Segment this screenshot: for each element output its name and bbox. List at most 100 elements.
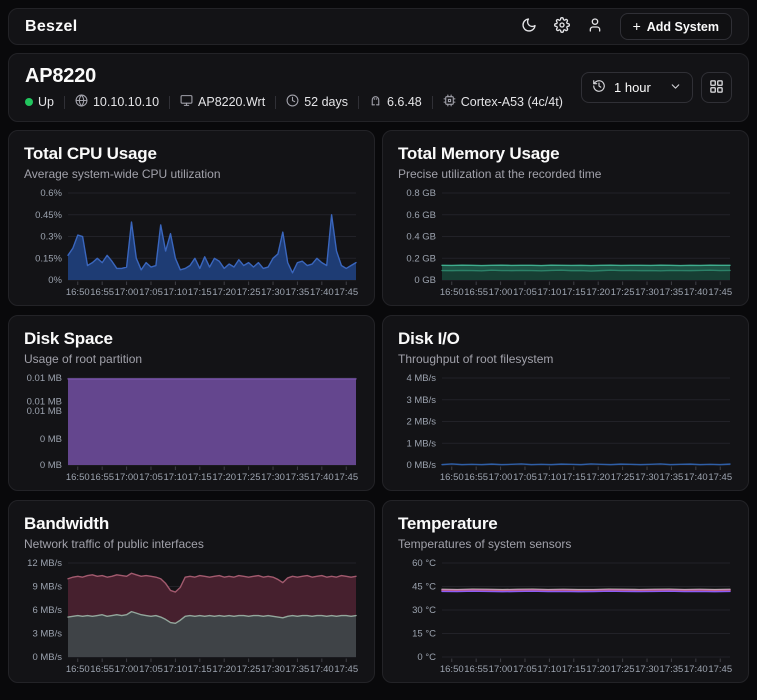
svg-text:17:30: 17:30 xyxy=(635,664,659,675)
system-hostname-label: AP8220.Wrt xyxy=(198,95,265,109)
divider xyxy=(169,96,170,109)
card-subtitle: Temperatures of system sensors xyxy=(398,537,733,551)
card-temperature: Temperature Temperatures of system senso… xyxy=(382,500,749,683)
divider xyxy=(275,96,276,109)
svg-text:17:25: 17:25 xyxy=(611,287,635,298)
page: Beszel + Add System xyxy=(0,0,757,691)
settings-button[interactable] xyxy=(554,17,570,36)
kernel-icon xyxy=(369,94,382,110)
svg-text:0 MB/s: 0 MB/s xyxy=(32,652,62,663)
svg-text:17:25: 17:25 xyxy=(237,287,261,298)
svg-text:0 GB: 0 GB xyxy=(414,275,436,286)
svg-text:17:45: 17:45 xyxy=(708,664,732,675)
svg-text:17:35: 17:35 xyxy=(286,472,310,483)
svg-text:16:50: 16:50 xyxy=(66,287,90,298)
svg-text:17:00: 17:00 xyxy=(489,472,513,483)
disk-space-chart[interactable]: 0 MB0 MB0.01 MB0.01 MB0.01 MB16:5016:551… xyxy=(24,373,359,484)
chart-controls: 1 hour xyxy=(581,72,732,103)
svg-text:17:30: 17:30 xyxy=(635,472,659,483)
svg-text:0.3%: 0.3% xyxy=(40,231,62,242)
theme-toggle-button[interactable] xyxy=(521,17,537,36)
card-subtitle: Throughput of root filesystem xyxy=(398,352,733,366)
card-title: Total CPU Usage xyxy=(24,144,359,164)
svg-text:17:40: 17:40 xyxy=(310,664,334,675)
add-system-button[interactable]: + Add System xyxy=(620,13,732,40)
beszel-logo[interactable]: Beszel xyxy=(25,18,78,36)
system-meta-row: Up 10.10.10.10 AP8220.Wrt xyxy=(25,94,563,110)
card-title: Disk Space xyxy=(24,329,359,349)
svg-text:17:30: 17:30 xyxy=(261,472,285,483)
layout-grid-button[interactable] xyxy=(701,72,732,103)
svg-text:17:20: 17:20 xyxy=(212,472,236,483)
svg-text:0.01 MB: 0.01 MB xyxy=(27,373,62,384)
svg-text:17:30: 17:30 xyxy=(261,287,285,298)
svg-text:0.2 GB: 0.2 GB xyxy=(406,253,436,264)
memory-usage-chart[interactable]: 0 GB0.2 GB0.4 GB0.6 GB0.8 GB16:5016:5517… xyxy=(398,188,733,299)
svg-text:0.4 GB: 0.4 GB xyxy=(406,231,436,242)
divider xyxy=(358,96,359,109)
system-info: AP8220 Up 10.10.10.10 xyxy=(25,65,563,110)
svg-text:17:25: 17:25 xyxy=(237,664,261,675)
svg-text:17:20: 17:20 xyxy=(586,287,610,298)
system-uptime-label: 52 days xyxy=(304,95,348,109)
time-range-select[interactable]: 1 hour xyxy=(581,72,693,103)
clock-icon xyxy=(286,94,299,110)
svg-text:17:05: 17:05 xyxy=(139,664,163,675)
svg-text:17:10: 17:10 xyxy=(163,472,187,483)
svg-text:3 MB/s: 3 MB/s xyxy=(32,628,62,639)
svg-text:0 °C: 0 °C xyxy=(417,652,436,663)
svg-text:0 MB: 0 MB xyxy=(40,434,62,445)
card-total-cpu-usage: Total CPU Usage Average system-wide CPU … xyxy=(8,130,375,306)
svg-text:17:10: 17:10 xyxy=(163,664,187,675)
svg-text:16:50: 16:50 xyxy=(66,472,90,483)
card-subtitle: Precise utilization at the recorded time xyxy=(398,167,733,181)
svg-text:16:50: 16:50 xyxy=(66,664,90,675)
card-disk-space: Disk Space Usage of root partition 0 MB0… xyxy=(8,315,375,491)
system-ip-label: 10.10.10.10 xyxy=(93,95,159,109)
status-badge: Up xyxy=(25,95,54,109)
svg-text:0 MB/s: 0 MB/s xyxy=(406,460,436,471)
svg-text:17:05: 17:05 xyxy=(513,664,537,675)
svg-text:16:55: 16:55 xyxy=(90,287,114,298)
svg-text:17:45: 17:45 xyxy=(708,287,732,298)
svg-text:17:10: 17:10 xyxy=(537,287,561,298)
svg-text:17:15: 17:15 xyxy=(188,287,212,298)
svg-text:17:45: 17:45 xyxy=(708,472,732,483)
svg-text:17:05: 17:05 xyxy=(513,472,537,483)
svg-text:17:05: 17:05 xyxy=(139,287,163,298)
add-system-label: Add System xyxy=(647,20,719,34)
chip-icon xyxy=(443,94,456,110)
svg-text:17:45: 17:45 xyxy=(334,287,358,298)
svg-text:0.45%: 0.45% xyxy=(35,210,62,221)
cpu-usage-chart[interactable]: 0%0.15%0.3%0.45%0.6%16:5016:5517:0017:05… xyxy=(24,188,359,299)
globe-icon xyxy=(75,94,88,110)
bandwidth-chart[interactable]: 0 MB/s3 MB/s6 MB/s9 MB/s12 MB/s16:5016:5… xyxy=(24,558,359,676)
gear-icon xyxy=(554,17,570,36)
system-hostname: AP8220.Wrt xyxy=(180,94,265,110)
svg-text:4 MB/s: 4 MB/s xyxy=(406,373,436,384)
svg-text:0.6%: 0.6% xyxy=(40,188,62,199)
svg-text:15 °C: 15 °C xyxy=(412,628,436,639)
svg-text:17:00: 17:00 xyxy=(115,664,139,675)
divider xyxy=(64,96,65,109)
svg-text:0.8 GB: 0.8 GB xyxy=(406,188,436,199)
svg-text:0.01 MB: 0.01 MB xyxy=(27,396,62,407)
svg-text:16:55: 16:55 xyxy=(464,664,488,675)
svg-text:16:50: 16:50 xyxy=(440,472,464,483)
system-ip: 10.10.10.10 xyxy=(75,94,159,110)
svg-text:16:50: 16:50 xyxy=(440,664,464,675)
svg-text:17:40: 17:40 xyxy=(310,287,334,298)
svg-text:17:00: 17:00 xyxy=(489,664,513,675)
svg-text:9 MB/s: 9 MB/s xyxy=(32,581,62,592)
svg-text:17:45: 17:45 xyxy=(334,664,358,675)
svg-text:12 MB/s: 12 MB/s xyxy=(27,558,62,569)
user-menu-button[interactable] xyxy=(587,17,603,36)
svg-text:0.15%: 0.15% xyxy=(35,253,62,264)
svg-text:17:35: 17:35 xyxy=(660,472,684,483)
moon-icon xyxy=(521,17,537,36)
svg-text:3 MB/s: 3 MB/s xyxy=(406,395,436,406)
temperature-chart[interactable]: 0 °C15 °C30 °C45 °C60 °C16:5016:5517:001… xyxy=(398,558,733,676)
system-uptime: 52 days xyxy=(286,94,348,110)
disk-io-chart[interactable]: 0 MB/s1 MB/s2 MB/s3 MB/s4 MB/s16:5016:55… xyxy=(398,373,733,484)
monitor-icon xyxy=(180,94,193,110)
